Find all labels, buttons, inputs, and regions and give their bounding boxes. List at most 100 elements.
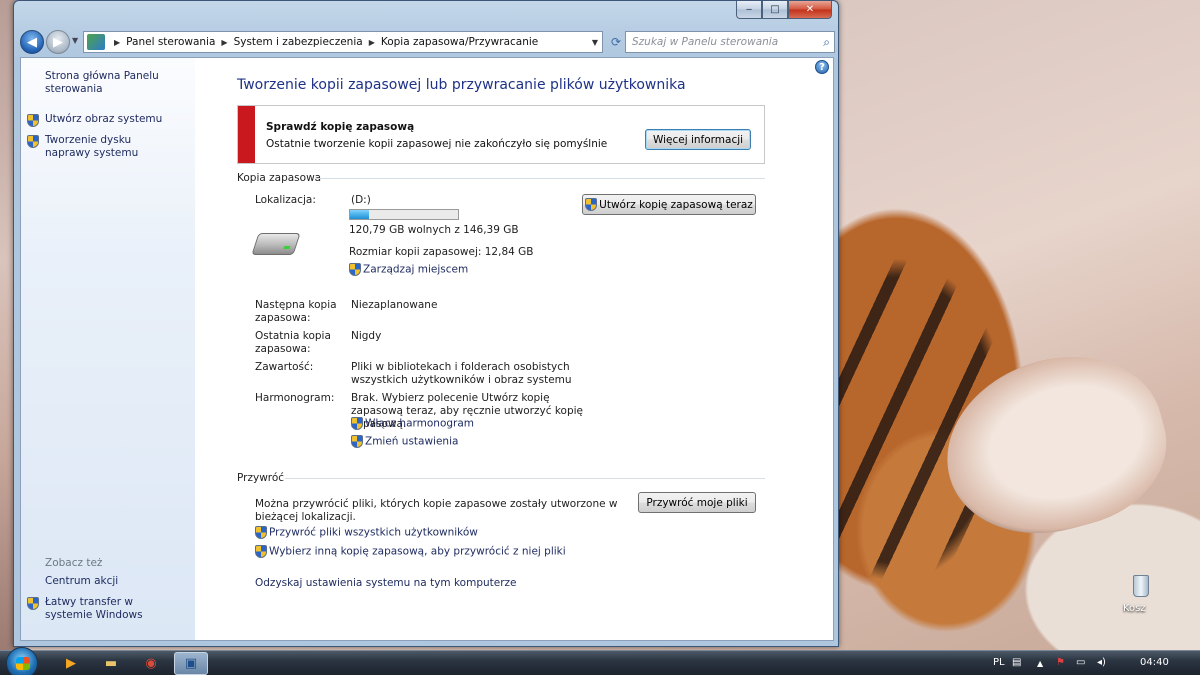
show-hidden-icons-icon[interactable]: ▲ — [1037, 659, 1043, 668]
close-button[interactable]: ✕ — [788, 1, 832, 19]
page-title: Tworzenie kopii zapasowej lub przywracan… — [237, 77, 686, 93]
uac-shield-icon — [351, 417, 363, 430]
backup-size-text: Rozmiar kopii zapasowej: 12,84 GB — [349, 246, 534, 258]
sidebar-item-create-repair-disc[interactable]: Tworzenie dysku naprawy systemu — [45, 134, 177, 160]
chrome-icon[interactable]: ◉ — [134, 652, 168, 675]
manage-space-link[interactable]: Zarządzaj miejscem — [363, 264, 468, 276]
alert-red-bar — [238, 106, 255, 163]
turn-on-schedule-link[interactable]: Włącz harmonogram — [365, 418, 474, 430]
control-panel-icon[interactable]: ▣ — [174, 652, 208, 675]
taskbar: ▶ ▬ ◉ ▣ PL ▤ ▲ ⚑ ▭ ◂) 04:40 — [0, 647, 1200, 675]
window-content: Strona główna Panelu sterowania Utwórz o… — [20, 57, 834, 641]
backup-section-header: Kopia zapasowa — [237, 172, 765, 184]
caption-buttons: ‒ □ ✕ — [736, 1, 832, 19]
breadcrumb-backup-restore[interactable]: Kopia zapasowa/Przywracanie — [381, 36, 538, 48]
alert-text: Ostatnie tworzenie kopii zapasowej nie z… — [266, 138, 608, 150]
manage-space-link-row[interactable]: Zarządzaj miejscem — [349, 263, 468, 277]
contents-value: Pliki w bibliotekach i folderach osobist… — [351, 361, 572, 386]
section-title: Kopia zapasowa — [237, 172, 322, 184]
restore-my-files-button[interactable]: Przywróć moje pliki — [638, 492, 756, 513]
breadcrumb-system-security[interactable]: System i zabezpieczenia — [234, 36, 363, 48]
next-backup-label: Następna kopia zapasowa: — [255, 299, 337, 324]
sidebar-item-create-system-image[interactable]: Utwórz obraz systemu — [45, 113, 185, 126]
restore-section-header: Przywróć — [237, 472, 765, 484]
select-other-backup-link[interactable]: Wybierz inną kopię zapasową, aby przywró… — [269, 546, 566, 558]
backup-alert: Sprawdź kopię zapasową Ostatnie tworzeni… — [237, 105, 765, 164]
sidebar: Strona główna Panelu sterowania Utwórz o… — [21, 58, 195, 640]
disk-usage-fill — [350, 210, 369, 219]
network-icon[interactable]: ▭ — [1076, 657, 1085, 668]
uac-shield-icon — [349, 263, 361, 276]
more-info-button[interactable]: Więcej informacji — [645, 129, 751, 150]
sidebar-item-easy-transfer[interactable]: Łatwy transfer w systemie Windows — [45, 596, 175, 622]
breadcrumb-panel-sterowania[interactable]: Panel sterowania — [126, 36, 215, 48]
location-label: Lokalizacja: — [255, 194, 316, 206]
restore-all-users-row[interactable]: Przywróć pliki wszystkich użytkowników — [255, 526, 478, 540]
uac-shield-icon — [27, 597, 39, 610]
explorer-icon[interactable]: ▬ — [94, 652, 128, 675]
language-indicator[interactable]: PL — [993, 657, 1005, 668]
recycle-bin-icon[interactable] — [1128, 572, 1154, 600]
uac-shield-icon — [585, 198, 598, 211]
settings-link-row[interactable]: Zmień ustawienia — [351, 435, 458, 449]
control-panel-icon — [87, 34, 105, 50]
chevron-right-icon[interactable]: ▶ — [114, 38, 120, 47]
restore-all-users-link[interactable]: Przywróć pliki wszystkich użytkowników — [269, 527, 478, 539]
uac-shield-icon — [351, 435, 363, 448]
restore-description: Można przywrócić pliki, których kopie za… — [255, 498, 618, 523]
next-backup-value: Niezaplanowane — [351, 299, 438, 311]
uac-shield-icon — [255, 526, 267, 539]
last-backup-label: Ostatnia kopia zapasowa: — [255, 330, 331, 355]
action-center-flag-icon[interactable]: ⚑ — [1056, 657, 1065, 668]
search-placeholder[interactable]: Szukaj w Panelu sterowania — [632, 36, 778, 48]
last-backup-value: Nigdy — [351, 330, 382, 342]
sidebar-item-label[interactable]: Strona główna Panelu sterowania — [45, 70, 159, 95]
maximize-button[interactable]: □ — [762, 1, 788, 19]
forward-button[interactable]: ▶ — [46, 30, 70, 54]
search-box[interactable]: Szukaj w Panelu sterowania ⌕ — [625, 31, 835, 53]
sidebar-item-action-center[interactable]: Centrum akcji — [45, 575, 185, 588]
free-space-text: 120,79 GB wolnych z 146,39 GB — [349, 224, 519, 236]
sidebar-item-home[interactable]: Strona główna Panelu sterowania — [45, 70, 185, 96]
change-settings-link[interactable]: Zmień ustawienia — [365, 436, 458, 448]
recover-system-settings-link[interactable]: Odzyskaj ustawienia systemu na tym kompu… — [255, 577, 517, 589]
recycle-bin-label[interactable]: Kosz — [1123, 603, 1146, 614]
disk-usage-bar — [349, 209, 459, 220]
keyboard-icon[interactable]: ▤ — [1012, 657, 1021, 668]
chevron-right-icon[interactable]: ▶ — [221, 38, 227, 47]
uac-shield-icon — [27, 114, 39, 127]
schedule-link-row[interactable]: Włącz harmonogram — [351, 417, 474, 431]
start-button[interactable] — [6, 647, 38, 675]
alert-heading: Sprawdź kopię zapasową — [266, 121, 415, 133]
contents-label: Zawartość: — [255, 361, 314, 373]
sidebar-item-label[interactable]: Tworzenie dysku naprawy systemu — [45, 134, 138, 159]
see-also-heading: Zobacz też — [45, 557, 103, 569]
drive-letter: (D:) — [351, 194, 371, 206]
refresh-icon[interactable]: ⟳ — [606, 31, 626, 53]
address-dropdown-icon[interactable]: ▼ — [592, 38, 598, 47]
control-panel-window: ‒ □ ✕ ◀ ▶ ▼ ▶ Panel sterowania ▶ System … — [13, 0, 839, 647]
media-player-icon[interactable]: ▶ — [54, 652, 88, 675]
clock[interactable]: 04:40 — [1140, 657, 1169, 668]
sidebar-item-label[interactable]: Łatwy transfer w systemie Windows — [45, 596, 143, 621]
backup-now-label[interactable]: Utwórz kopię zapasową teraz — [599, 199, 753, 211]
chevron-right-icon[interactable]: ▶ — [369, 38, 375, 47]
section-title: Przywróć — [237, 472, 285, 484]
search-icon[interactable]: ⌕ — [823, 35, 830, 50]
address-bar[interactable]: ▶ Panel sterowania ▶ System i zabezpiecz… — [83, 31, 603, 53]
backup-now-button[interactable]: Utwórz kopię zapasową teraz — [582, 194, 756, 215]
recent-pages-dropdown-icon[interactable]: ▼ — [72, 36, 78, 45]
navigation-bar: ◀ ▶ ▼ ▶ Panel sterowania ▶ System i zabe… — [20, 29, 835, 55]
recover-system-settings-row[interactable]: Odzyskaj ustawienia systemu na tym kompu… — [255, 577, 517, 590]
minimize-button[interactable]: ‒ — [736, 1, 762, 19]
help-icon[interactable]: ? — [815, 60, 829, 74]
select-other-backup-row[interactable]: Wybierz inną kopię zapasową, aby przywró… — [255, 545, 566, 559]
back-button[interactable]: ◀ — [20, 30, 44, 54]
sidebar-item-label[interactable]: Utwórz obraz systemu — [45, 113, 162, 125]
volume-icon[interactable]: ◂) — [1097, 657, 1106, 668]
uac-shield-icon — [27, 135, 39, 148]
main-panel: ? Tworzenie kopii zapasowej lub przywrac… — [217, 58, 833, 640]
hard-drive-icon — [251, 233, 301, 255]
sidebar-item-label[interactable]: Centrum akcji — [45, 575, 118, 587]
uac-shield-icon — [255, 545, 267, 558]
